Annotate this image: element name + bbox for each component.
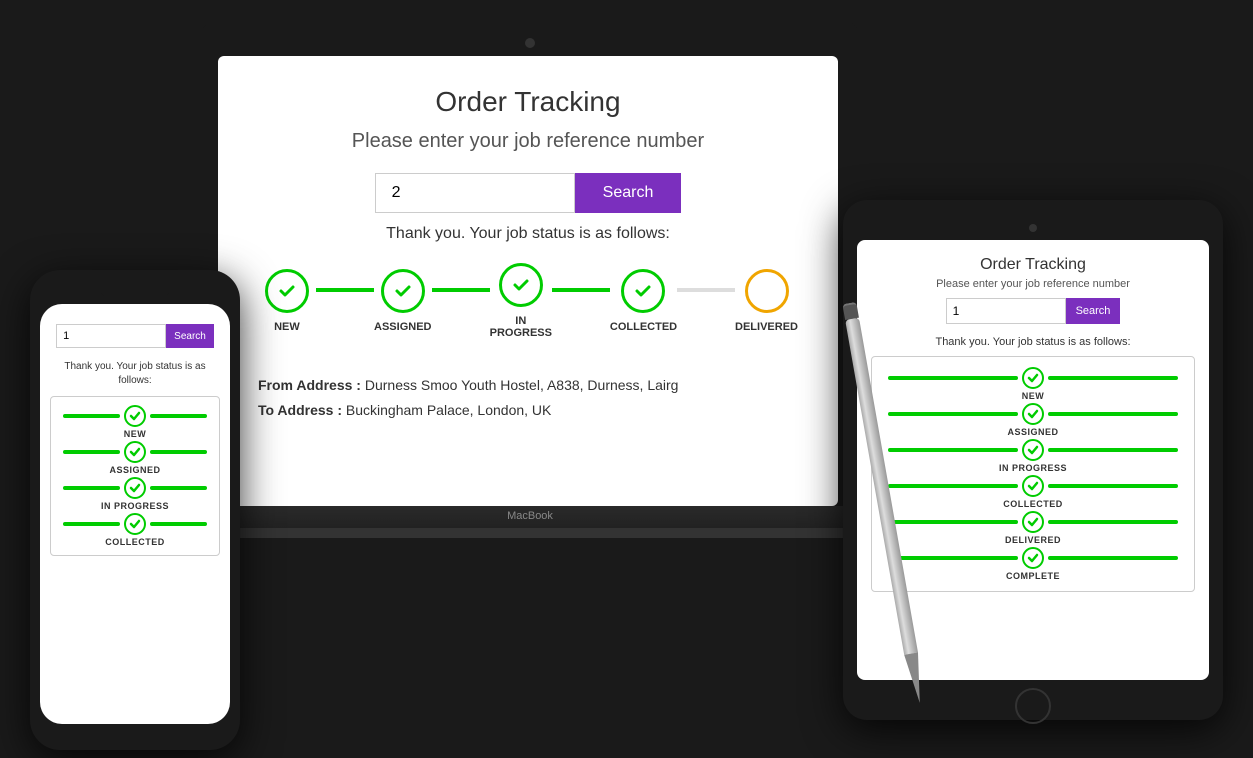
phone-screen: Search Thank you. Your job status is as …: [40, 304, 230, 724]
phone-tv-label-assigned: ASSIGNED: [109, 465, 160, 475]
tablet-home-button[interactable]: [1015, 688, 1051, 724]
tv-row-new: [888, 367, 1178, 389]
laptop-base: [200, 506, 860, 528]
laptop-screen: Order Tracking Please enter your job ref…: [218, 56, 838, 506]
tracker-label-inprogress: IN PROGRESS: [490, 315, 552, 339]
tracker-step-delivered: DELIVERED: [735, 269, 798, 333]
tablet-app-title: Order Tracking: [980, 256, 1086, 274]
tracker-label-collected: COLLECTED: [610, 321, 677, 333]
tracker-line-4: [677, 288, 735, 292]
tracker-circle-new: [265, 269, 309, 313]
phone-tv-step-assigned: ASSIGNED: [63, 441, 207, 475]
phone-search-row: Search: [56, 324, 214, 348]
laptop-device: Order Tracking Please enter your job ref…: [200, 20, 860, 600]
phone-tv-step-collected: COLLECTED: [63, 513, 207, 547]
phone-search-button[interactable]: Search: [166, 324, 214, 348]
laptop-search-row: Search: [375, 173, 682, 213]
tracker-circle-collected: [621, 269, 665, 313]
from-address-label: From Address :: [258, 377, 361, 393]
phone-tv-step-inprogress: IN PROGRESS: [63, 477, 207, 511]
tablet-subtitle: Please enter your job reference number: [936, 278, 1130, 290]
tv-label-inprogress: IN PROGRESS: [999, 463, 1067, 473]
laptop-app-title: Order Tracking: [435, 86, 620, 118]
tracker-line-3: [552, 288, 610, 292]
phone-tv-label-collected: COLLECTED: [105, 537, 165, 547]
tracker-circle-delivered: [745, 269, 789, 313]
tv-step-assigned: ASSIGNED: [888, 403, 1178, 437]
tv-label-delivered: DELIVERED: [1005, 535, 1061, 545]
phone-search-input[interactable]: [56, 324, 166, 348]
from-address-line: From Address : Durness Smoo Youth Hostel…: [258, 373, 798, 398]
tablet-status-text: Thank you. Your job status is as follows…: [935, 336, 1130, 348]
tablet-camera: [1029, 224, 1037, 232]
tablet-search-row: Search: [946, 298, 1121, 324]
tv-step-collected: COLLECTED: [888, 475, 1178, 509]
tracker-label-delivered: DELIVERED: [735, 321, 798, 333]
tv-label-complete: COMPLETE: [1006, 571, 1060, 581]
tv-step-new: NEW: [888, 367, 1178, 401]
phone-device: Search Thank you. Your job status is as …: [30, 270, 240, 750]
to-address-label: To Address :: [258, 402, 342, 418]
tracker-step-inprogress: IN PROGRESS: [490, 263, 552, 339]
phone-status-text: Thank you. Your job status is as follows…: [50, 360, 220, 388]
tracker-line-1: [316, 288, 374, 292]
tracker-circle-inprogress: [499, 263, 543, 307]
to-address-line: To Address : Buckingham Palace, London, …: [258, 398, 798, 423]
tv-circle-new: [1022, 367, 1044, 389]
laptop-tracker: NEW ASSIGNED IN PROGRESS: [258, 263, 798, 339]
phone-tv-step-new: NEW: [63, 405, 207, 439]
laptop-search-input[interactable]: [375, 173, 575, 213]
laptop-camera: [525, 38, 535, 48]
tracker-label-new: NEW: [274, 321, 300, 333]
phone-tracker: NEW ASSIGNED IN PROG: [63, 405, 207, 547]
tv-step-complete: COMPLETE: [888, 547, 1178, 581]
tablet-tracker-box: NEW ASSIGNED IN PROG: [871, 356, 1195, 592]
tablet-search-button[interactable]: Search: [1066, 298, 1121, 324]
laptop-foot: [167, 528, 893, 538]
tv-label-assigned: ASSIGNED: [1007, 427, 1058, 437]
tracker-line-2: [432, 288, 490, 292]
phone-tracker-box: NEW ASSIGNED IN PROG: [50, 396, 220, 556]
laptop-subtitle: Please enter your job reference number: [352, 130, 704, 153]
tablet-search-input[interactable]: [946, 298, 1066, 324]
tv-label-new: NEW: [1022, 391, 1045, 401]
to-address-value: Buckingham Palace, London, UK: [346, 402, 551, 418]
tv-step-delivered: DELIVERED: [888, 511, 1178, 545]
tv-label-collected: COLLECTED: [1003, 499, 1063, 509]
tracker-step-new: NEW: [258, 269, 316, 333]
tracker-label-assigned: ASSIGNED: [374, 321, 431, 333]
laptop-address-section: From Address : Durness Smoo Youth Hostel…: [258, 373, 798, 423]
tracker-step-collected: COLLECTED: [610, 269, 677, 333]
tracker-step-assigned: ASSIGNED: [374, 269, 432, 333]
tracker-circle-assigned: [381, 269, 425, 313]
tv-line-right-new: [1048, 376, 1178, 380]
laptop-search-button[interactable]: Search: [575, 173, 682, 213]
tablet-tracker: NEW ASSIGNED IN PROG: [888, 367, 1178, 581]
phone-tv-label-new: NEW: [124, 429, 147, 439]
tv-step-inprogress: IN PROGRESS: [888, 439, 1178, 473]
tv-line-left-new: [888, 376, 1018, 380]
from-address-value: Durness Smoo Youth Hostel, A838, Durness…: [365, 377, 679, 393]
phone-notch: [100, 286, 170, 298]
laptop-status-text: Thank you. Your job status is as follows…: [386, 225, 670, 243]
phone-tv-label-inprogress: IN PROGRESS: [101, 501, 169, 511]
